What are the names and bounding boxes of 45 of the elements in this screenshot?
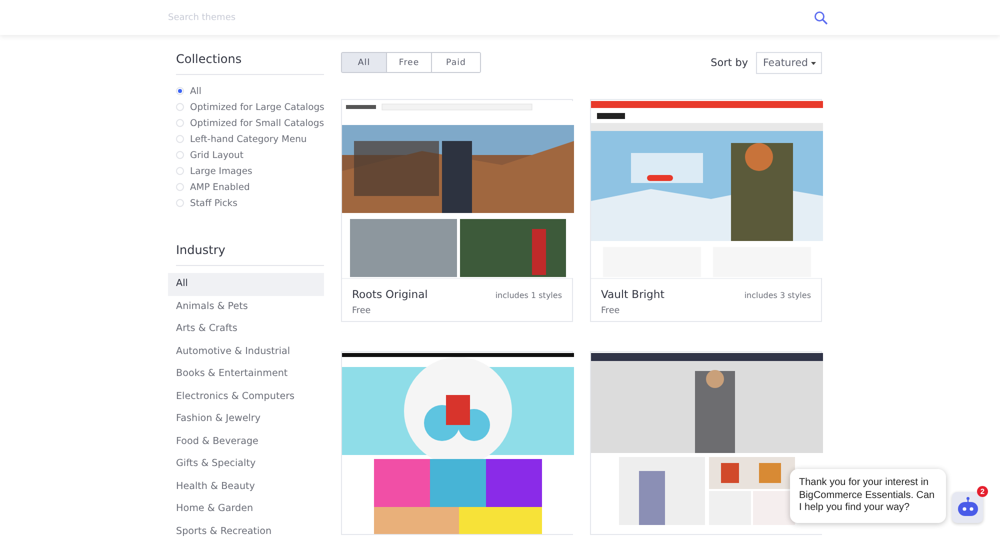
radio-label[interactable]: Grid Layout xyxy=(190,150,244,160)
radio-button[interactable] xyxy=(176,151,184,159)
styles-count: includes 1 styles xyxy=(495,291,562,300)
radio-button[interactable] xyxy=(176,199,184,207)
caret-icon xyxy=(811,62,816,64)
radio-button[interactable] xyxy=(176,103,184,111)
theme-card[interactable]: Roots Original includes 1 styles Free xyxy=(341,99,573,322)
radio-button[interactable] xyxy=(176,183,184,191)
robot-icon xyxy=(956,497,978,517)
search-icon[interactable] xyxy=(814,10,828,24)
industry-item[interactable]: Arts & Crafts xyxy=(168,318,324,340)
theme-name[interactable]: Roots Original xyxy=(352,288,428,301)
radio-label[interactable]: Optimized for Large Catalogs xyxy=(190,102,324,112)
industry-item[interactable]: Fashion & Jewelry xyxy=(168,408,324,430)
sort-label: Sort by xyxy=(710,57,748,69)
collections-heading: Collections xyxy=(176,52,324,75)
theme-card[interactable]: Vault Bright includes 3 styles Free xyxy=(590,99,822,322)
industry-item[interactable]: Food & Beverage xyxy=(168,430,324,453)
filter-tab[interactable]: All xyxy=(342,53,387,72)
industry-item[interactable]: Gifts & Specialty xyxy=(168,453,324,476)
industry-item[interactable]: Home & Garden xyxy=(168,498,324,520)
sort-dropdown[interactable]: Featured xyxy=(756,52,822,74)
industry-heading: Industry xyxy=(176,243,324,266)
radio-label[interactable]: Large Images xyxy=(190,166,252,176)
industry-item[interactable]: Automotive & Industrial xyxy=(168,340,324,363)
radio-label[interactable]: Left-hand Category Menu xyxy=(190,134,307,144)
radio-button[interactable] xyxy=(176,135,184,143)
theme-name[interactable]: Vault Bright xyxy=(601,288,664,301)
theme-price: Free xyxy=(352,306,372,316)
radio-label[interactable]: AMP Enabled xyxy=(190,182,250,192)
radio-label[interactable]: Optimized for Small Catalogs xyxy=(190,118,324,128)
industry-item[interactable]: Electronics & Computers xyxy=(168,386,324,408)
industry-item[interactable]: Health & Beauty xyxy=(168,476,324,498)
industry-item[interactable]: Books & Entertainment xyxy=(168,363,324,386)
radio-label[interactable]: Staff Picks xyxy=(190,198,238,208)
theme-price: Free xyxy=(601,306,621,316)
styles-count: includes 3 styles xyxy=(744,291,811,300)
radio-button[interactable] xyxy=(176,167,184,175)
radio-button[interactable] xyxy=(176,87,184,95)
radio-button[interactable] xyxy=(176,119,184,127)
industry-item[interactable]: Animals & Pets xyxy=(168,296,324,318)
industry-item[interactable]: Sports & Recreation xyxy=(168,520,324,539)
chat-message: Thank you for your interest in BigCommerce Essentials. Can I help you find your way? xyxy=(790,469,946,522)
radio-label[interactable]: All xyxy=(190,86,202,96)
industry-item[interactable]: All xyxy=(168,273,324,296)
